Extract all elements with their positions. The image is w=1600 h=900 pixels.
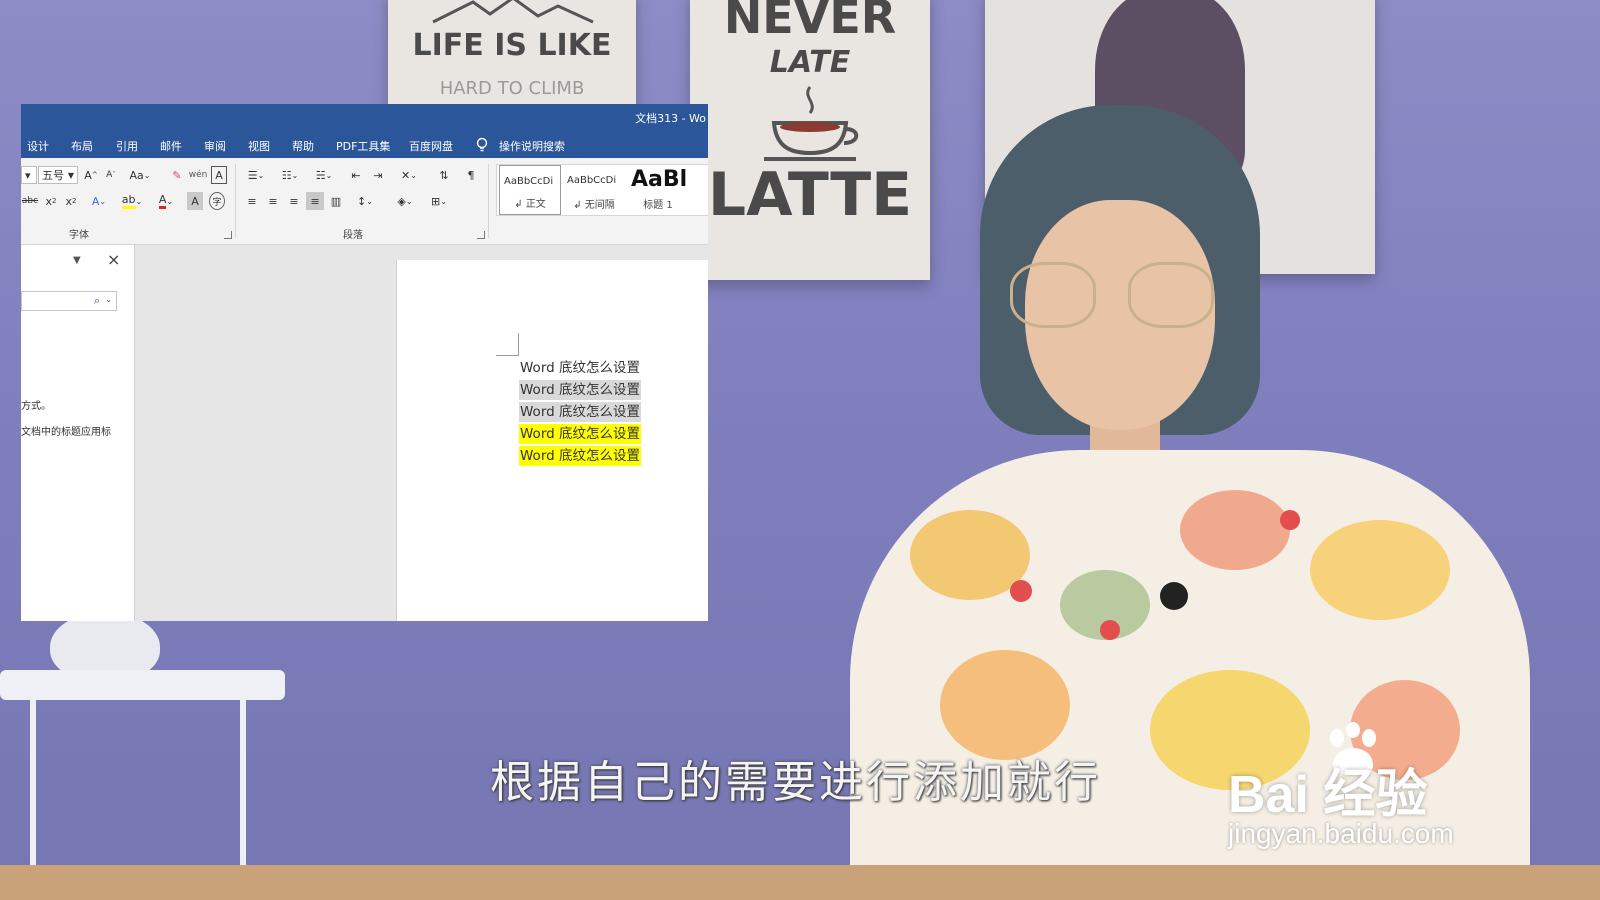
poster-never-line1: NEVER — [723, 0, 897, 44]
title-bar: 文档313 - Wo — [21, 104, 708, 132]
ribbon-home: ▾ 五号 ▼ A ^ Aˇ Aa ⌄ ✎ wén A abc x2 x2 A ⌄ ab… — [21, 158, 708, 245]
tab-layout[interactable]: 布局 — [71, 138, 93, 154]
subscript-icon[interactable]: x2 — [43, 192, 59, 210]
bullets-icon[interactable]: ☰ ⌄ — [243, 166, 269, 184]
lightbulb-icon — [476, 137, 488, 152]
align-left-icon[interactable]: ≡ — [243, 192, 261, 210]
desk — [0, 865, 1600, 900]
paragraph-dialog-launcher[interactable] — [477, 231, 485, 239]
font-size-value: 五号 — [42, 169, 64, 182]
grow-font-icon[interactable]: A ^ — [83, 166, 99, 184]
search-icon: ⌕ — [93, 294, 100, 307]
doc-line-2[interactable]: Word 底纹怎么设置 — [519, 380, 641, 400]
tab-baidu-netdisk[interactable]: 百度网盘 — [409, 138, 453, 154]
nav-close-icon[interactable]: × — [107, 250, 120, 269]
doc-line-4[interactable]: Word 底纹怎么设置 — [519, 424, 641, 444]
tell-me-search[interactable]: 操作说明搜索 — [499, 138, 565, 154]
shrink-font-icon[interactable]: Aˇ — [103, 166, 119, 184]
doc-line-1[interactable]: Word 底纹怎么设置 — [519, 358, 641, 378]
group-separator — [488, 164, 489, 238]
font-name-combo[interactable]: ▾ — [21, 166, 37, 184]
lapel-microphone — [1160, 582, 1188, 610]
change-case-button[interactable]: Aa ⌄ — [127, 166, 153, 184]
baidu-jingyan-logo: Bai 经验 — [1228, 766, 1428, 824]
tab-references[interactable]: 引用 — [116, 138, 138, 154]
align-center-icon[interactable]: ≡ — [264, 192, 282, 210]
style-name: 标题 1 — [643, 200, 673, 211]
font-color-icon[interactable]: A ⌄ — [153, 192, 179, 210]
document-page[interactable]: Word 底纹怎么设置 Word 底纹怎么设置 Word 底纹怎么设置 Word… — [396, 260, 708, 621]
font-dialog-launcher[interactable] — [224, 231, 232, 239]
mountain-icon — [432, 0, 594, 24]
paragraph-group-label: 段落 — [343, 230, 363, 241]
nav-help-text-2: 文档中的标题应用标 — [21, 427, 111, 438]
doc-line-3[interactable]: Word 底纹怎么设置 — [519, 402, 641, 422]
poster-life-line2: HARD TO CLIMB — [439, 78, 585, 99]
style-normal[interactable]: AaBbCcDi ↲ 正文 — [499, 165, 561, 215]
highlight-color-icon[interactable]: ab ⌄ — [119, 192, 145, 210]
navigation-pane: ▼ × ⌕ ⌄ 方式。 文档中的标题应用标 — [21, 245, 135, 621]
multilevel-list-icon[interactable]: ☵ ⌄ — [311, 166, 337, 184]
poster-life-is-like: LIFE IS LIKE HARD TO CLIMB — [388, 0, 636, 120]
decrease-indent-icon[interactable]: ⇤ — [347, 166, 365, 184]
side-table — [0, 670, 285, 700]
tab-pdf-tools[interactable]: PDF工具集 — [336, 138, 390, 154]
glasses-left-lens — [1010, 262, 1096, 328]
font-group-label: 字体 — [69, 230, 89, 241]
coffee-cup-icon — [764, 86, 859, 161]
distributed-icon[interactable]: ▥ — [327, 192, 345, 210]
shading-icon[interactable]: ◈ ⌄ — [391, 192, 419, 210]
group-separator — [235, 164, 236, 238]
justify-icon[interactable]: ≡ — [306, 192, 324, 210]
enclose-characters-icon[interactable]: 字 — [209, 192, 225, 210]
word-window: 文档313 - Wo 设计 布局 引用 邮件 审阅 视图 帮助 PDF工具集 百… — [21, 104, 708, 621]
phonetic-guide-icon[interactable]: wén — [189, 166, 208, 184]
style-sample: AaBbCcDi — [504, 176, 554, 187]
character-shading-icon[interactable]: A — [187, 192, 203, 210]
numbering-icon[interactable]: ☷ ⌄ — [277, 166, 303, 184]
styles-gallery: AaBbCcDi ↲ 正文 AaBbCcDi ↲ 无间隔 AaBl 标题 1 — [496, 164, 708, 216]
strikethrough-icon[interactable]: abc — [21, 192, 39, 210]
window-title: 文档313 - Wo — [635, 112, 706, 125]
increase-indent-icon[interactable]: ⇥ — [369, 166, 387, 184]
nav-search-input[interactable]: ⌕ ⌄ — [21, 291, 117, 311]
nav-options-chevron-icon[interactable]: ▼ — [73, 255, 81, 266]
doc-line-5[interactable]: Word 底纹怎么设置 — [519, 446, 641, 466]
style-sample: AaBl — [631, 167, 688, 192]
text-effects-icon[interactable]: A ⌄ — [87, 192, 111, 210]
superscript-icon[interactable]: x2 — [63, 192, 79, 210]
tab-design[interactable]: 设计 — [27, 138, 49, 154]
sort-icon[interactable]: ⇅ — [435, 166, 453, 184]
style-name: ↲ 无间隔 — [573, 200, 615, 211]
borders-icon[interactable]: ⊞ ⌄ — [425, 192, 453, 210]
margin-corner-mark — [496, 333, 519, 356]
character-border-icon[interactable]: A — [211, 166, 227, 184]
line-spacing-icon[interactable]: ↕ ⌄ — [351, 192, 379, 210]
chevron-down-icon: ⌄ — [105, 295, 112, 304]
tab-help[interactable]: 帮助 — [292, 138, 314, 154]
show-marks-icon[interactable]: ¶ — [463, 166, 479, 184]
chevron-down-icon: ▼ — [67, 170, 74, 180]
style-name: ↲ 正文 — [514, 199, 546, 210]
poster-never-line2: LATE — [769, 45, 851, 80]
ribbon-tabs: 设计 布局 引用 邮件 审阅 视图 帮助 PDF工具集 百度网盘 操作说明搜索 — [21, 132, 708, 158]
glasses-right-lens — [1128, 262, 1214, 328]
tab-view[interactable]: 视图 — [248, 138, 270, 154]
style-sample: AaBbCcDi — [567, 175, 617, 186]
align-right-icon[interactable]: ≡ — [285, 192, 303, 210]
tab-review[interactable]: 审阅 — [204, 138, 226, 154]
baidu-jingyan-url: jingyan.baidu.com — [1228, 818, 1454, 849]
nav-help-text-1: 方式。 — [21, 401, 51, 412]
chinese-layout-icon[interactable]: ✕ ⌄ — [395, 166, 423, 184]
clear-format-icon[interactable]: ✎ — [169, 166, 185, 184]
style-no-spacing[interactable]: AaBbCcDi ↲ 无间隔 — [563, 165, 625, 215]
poster-never-line3: LATTE — [707, 160, 913, 230]
poster-never-late-latte: NEVER LATE LATTE — [690, 0, 930, 280]
style-heading-1[interactable]: AaBl 标题 1 — [627, 165, 689, 215]
change-case-label: Aa — [129, 168, 144, 182]
poster-life-line1: LIFE IS LIKE — [412, 28, 612, 63]
tab-mailings[interactable]: 邮件 — [160, 138, 182, 154]
font-size-combo[interactable]: 五号 ▼ — [38, 166, 78, 184]
video-subtitle: 根据自己的需要进行添加就行 — [490, 757, 1101, 808]
